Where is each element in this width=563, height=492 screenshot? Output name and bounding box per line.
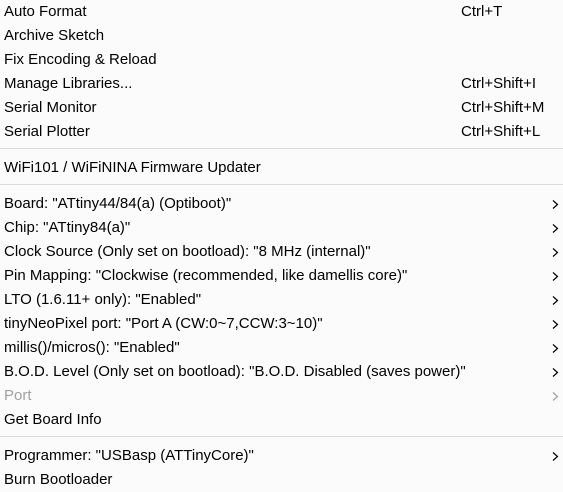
chevron-right-icon (551, 192, 561, 216)
menu-item-label: Clock Source (Only set on bootload): "8 … (4, 243, 371, 260)
chevron-right-icon (551, 444, 561, 468)
menu-item-serial-monitor[interactable]: Serial Monitor Ctrl+Shift+M (0, 96, 563, 120)
menu-item-pin-mapping-clockwise-recommended-like-d[interactable]: Pin Mapping: "Clockwise (recommended, li… (0, 264, 563, 288)
menu-item-shortcut: Ctrl+T (461, 3, 503, 20)
menu-item-label: WiFi101 / WiFiNINA Firmware Updater (4, 159, 261, 176)
menu-item-get-board-info[interactable]: Get Board Info (0, 408, 563, 432)
menu-item-fix-encoding-reload[interactable]: Fix Encoding & Reload (0, 48, 563, 72)
menu-separator (0, 436, 563, 437)
menu-item-shortcut: Ctrl+Shift+M (461, 99, 545, 116)
menu-item-label: Serial Monitor (4, 99, 97, 116)
chevron-right-icon (551, 336, 561, 360)
menu-item-archive-sketch[interactable]: Archive Sketch (0, 24, 563, 48)
menu-item-label: Get Board Info (4, 411, 102, 428)
menu-item-chip-attiny84-a[interactable]: Chip: "ATtiny84(a)" (0, 216, 563, 240)
menu-item-label: millis()/micros(): "Enabled" (4, 339, 180, 356)
menu-item-label: Archive Sketch (4, 27, 105, 44)
menu-item-label: Auto Format (4, 3, 87, 20)
menu-item-label: Manage Libraries... (4, 75, 133, 92)
menu-item-burn-bootloader[interactable]: Burn Bootloader (0, 468, 563, 492)
chevron-right-icon (551, 264, 561, 288)
chevron-right-icon (551, 216, 561, 240)
menu-item-label: B.O.D. Level (Only set on bootload): "B.… (4, 363, 466, 380)
menu-item-label: Burn Bootloader (4, 471, 113, 488)
menu-item-millis-micros-enabled[interactable]: millis()/micros(): "Enabled" (0, 336, 563, 360)
menu-separator (0, 148, 563, 149)
chevron-right-icon (551, 312, 561, 336)
menu-item-shortcut: Ctrl+Shift+I (461, 75, 537, 92)
menu-item-serial-plotter[interactable]: Serial Plotter Ctrl+Shift+L (0, 120, 563, 144)
menu-item-lto-1-6-11-only-enabled[interactable]: LTO (1.6.11+ only): "Enabled" (0, 288, 563, 312)
menu-item-board-attiny44-84-a-optiboot[interactable]: Board: "ATtiny44/84(a) (Optiboot)" (0, 192, 563, 216)
menu-item-b-o-d-level-only-set-on-bootload-b-o-d-d[interactable]: B.O.D. Level (Only set on bootload): "B.… (0, 360, 563, 384)
menu-item-label: LTO (1.6.11+ only): "Enabled" (4, 291, 202, 308)
menu-item-programmer-usbasp-attinycore[interactable]: Programmer: "USBasp (ATTinyCore)" (0, 444, 563, 468)
menu-item-label: Programmer: "USBasp (ATTinyCore)" (4, 447, 254, 464)
menu-item-label: Board: "ATtiny44/84(a) (Optiboot)" (4, 195, 232, 212)
menu-item-auto-format[interactable]: Auto Format Ctrl+T (0, 0, 563, 24)
menu-item-port: Port (0, 384, 563, 408)
menu-separator (0, 184, 563, 185)
chevron-right-icon (551, 384, 561, 408)
chevron-right-icon (551, 360, 561, 384)
menu-item-label: Port (4, 387, 32, 404)
menu-item-shortcut: Ctrl+Shift+L (461, 123, 541, 140)
menu-item-label: Pin Mapping: "Clockwise (recommended, li… (4, 267, 408, 284)
chevron-right-icon (551, 288, 561, 312)
menu-item-label: Chip: "ATtiny84(a)" (4, 219, 131, 236)
tools-menu: Auto Format Ctrl+T Archive Sketch Fix Encod… (0, 0, 563, 492)
menu-item-manage-libraries[interactable]: Manage Libraries... Ctrl+Shift+I (0, 72, 563, 96)
chevron-right-icon (551, 240, 561, 264)
menu-item-label: tinyNeoPixel port: "Port A (CW:0~7,CCW:3… (4, 315, 323, 332)
menu-item-tinyneopixel-port-port-a-cw-0-7-ccw-3-10[interactable]: tinyNeoPixel port: "Port A (CW:0~7,CCW:3… (0, 312, 563, 336)
menu-item-clock-source-only-set-on-bootload-8-mhz-[interactable]: Clock Source (Only set on bootload): "8 … (0, 240, 563, 264)
menu-item-wifi101-wifinina-firmware-updater[interactable]: WiFi101 / WiFiNINA Firmware Updater (0, 156, 563, 180)
menu-item-label: Serial Plotter (4, 123, 90, 140)
menu-item-label: Fix Encoding & Reload (4, 51, 157, 68)
